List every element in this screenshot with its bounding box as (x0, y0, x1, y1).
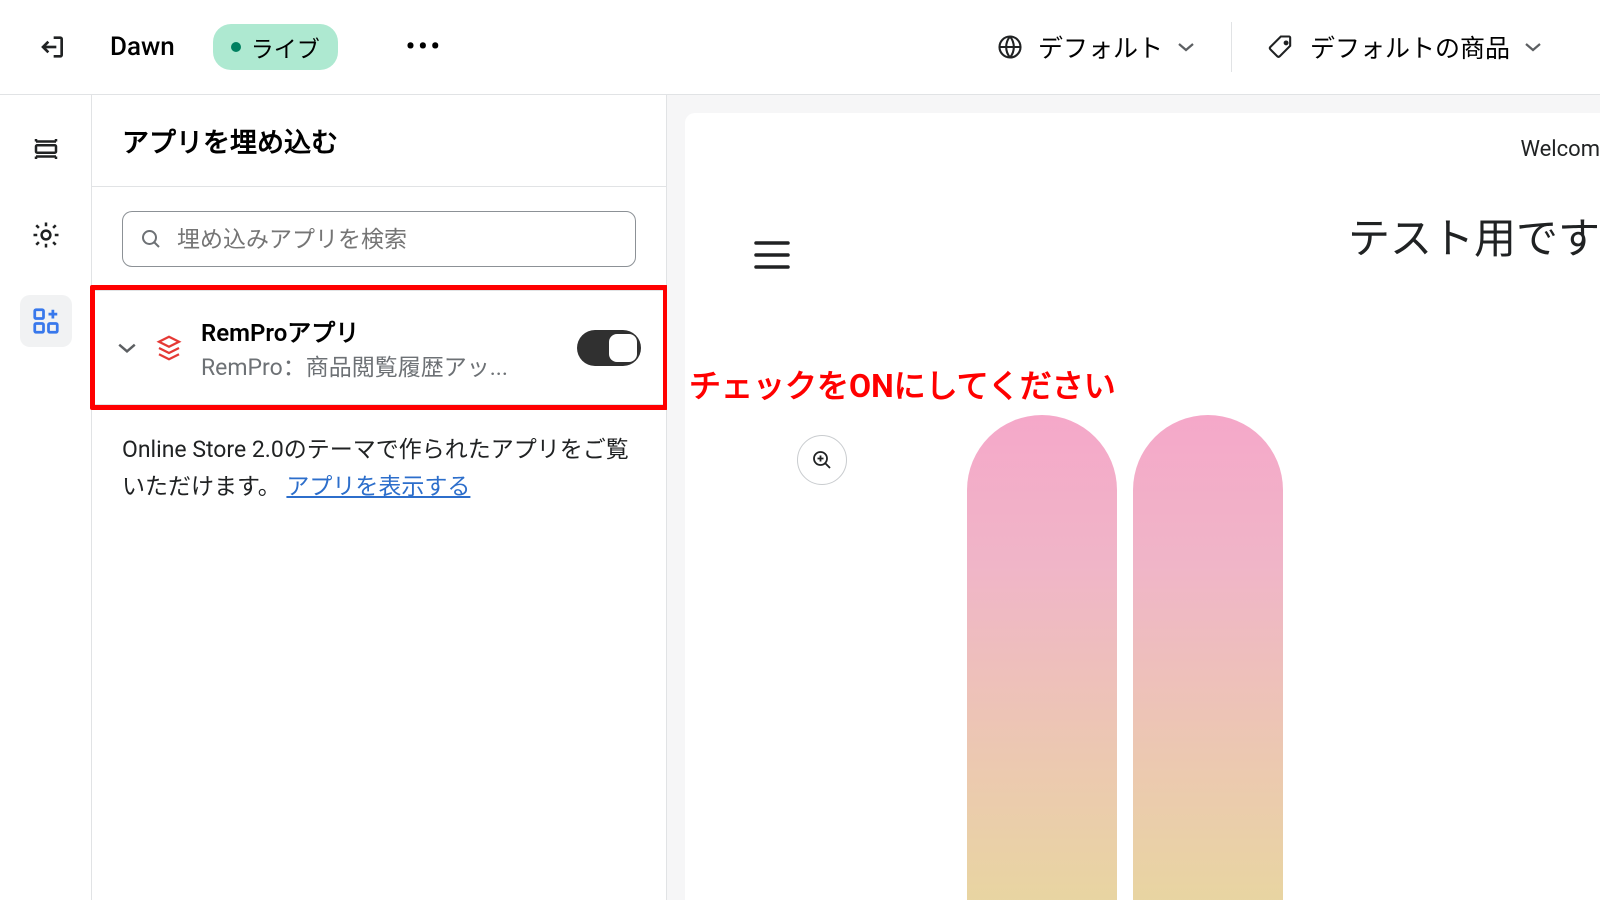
app-text: RemProアプリ RemPro：商品閲覧履歴アッ... (201, 313, 561, 382)
search-icon (139, 227, 163, 251)
top-bar-right: デフォルト デフォルトの商品 (968, 22, 1570, 72)
exit-icon (35, 31, 67, 63)
globe-icon (996, 33, 1024, 61)
locale-dropdown[interactable]: デフォルト (968, 29, 1223, 65)
chevron-down-icon (1177, 42, 1195, 52)
product-label: デフォルトの商品 (1310, 29, 1510, 65)
app-toggle[interactable] (577, 330, 641, 366)
live-label: ライブ (251, 30, 320, 64)
store-menu-button[interactable] (745, 233, 799, 277)
app-embed-row[interactable]: RemProアプリ RemPro：商品閲覧履歴アッ... (95, 290, 663, 405)
exit-button[interactable] (30, 26, 72, 68)
app-icon (153, 332, 185, 364)
sidebar-note: Online Store 2.0のテーマで作られたアプリをご覧いただけます。 ア… (92, 410, 666, 528)
rail-sections[interactable] (20, 123, 72, 175)
preview-pane: Welcom テスト用です チェックをONにしてください (667, 95, 1600, 900)
snowboard-left (967, 415, 1117, 900)
live-badge: ライブ (213, 24, 338, 70)
product-boards (967, 415, 1283, 900)
app-title: RemProアプリ (201, 313, 561, 348)
product-image-area (777, 415, 1600, 900)
locale-label: デフォルト (1038, 29, 1163, 65)
show-apps-link[interactable]: アプリを表示する (286, 473, 470, 500)
top-bar: Dawn ライブ ••• デフォルト デフォルトの商品 (0, 0, 1600, 95)
sidebar: アプリを埋め込む (92, 95, 667, 900)
stack-icon (154, 333, 184, 363)
highlight-box: RemProアプリ RemPro：商品閲覧履歴アッ... (90, 285, 668, 410)
tag-icon (1268, 33, 1296, 61)
rail-settings[interactable] (20, 209, 72, 261)
sections-icon (31, 134, 61, 164)
zoom-in-icon (810, 448, 834, 472)
zoom-button[interactable] (797, 435, 847, 485)
search-input[interactable] (177, 226, 619, 253)
gear-icon (31, 220, 61, 250)
theme-name: Dawn (110, 32, 175, 62)
sidebar-title: アプリを埋め込む (92, 95, 666, 187)
annotation-text: チェックをONにしてください (689, 361, 1116, 407)
separator (1231, 22, 1232, 72)
chevron-down-icon (1524, 42, 1542, 52)
rail-apps[interactable] (20, 295, 72, 347)
search-box[interactable] (122, 211, 636, 267)
store-title: テスト用です (1348, 205, 1600, 266)
toggle-knob (609, 334, 637, 362)
live-dot-icon (231, 42, 241, 52)
preview-inner: Welcom テスト用です チェックをONにしてください (685, 113, 1600, 900)
top-bar-left: Dawn ライブ ••• (30, 24, 443, 70)
welcome-text: Welcom (1520, 137, 1600, 162)
nav-rail (0, 95, 92, 900)
hamburger-icon (752, 239, 792, 271)
apps-icon (31, 306, 61, 336)
main-area: アプリを埋め込む (0, 95, 1600, 900)
chevron-down-icon (117, 342, 137, 354)
snowboard-right (1133, 415, 1283, 900)
app-desc: RemPro：商品閲覧履歴アッ... (201, 348, 561, 382)
search-wrap (92, 187, 666, 285)
more-button[interactable]: ••• (406, 32, 443, 62)
product-dropdown[interactable]: デフォルトの商品 (1240, 29, 1570, 65)
